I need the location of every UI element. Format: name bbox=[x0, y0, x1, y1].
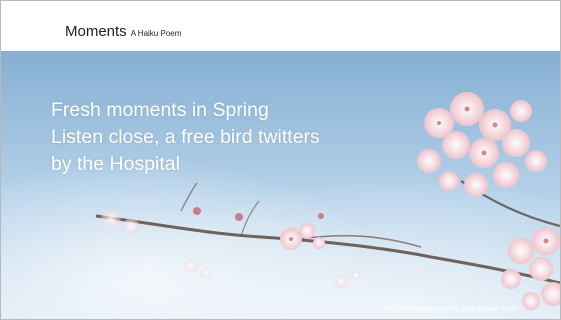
slide-title: Moments A Haiku Poem bbox=[65, 23, 181, 41]
subtitle-text: A Haiku Poem bbox=[130, 29, 182, 38]
poem-line: by the Hospital bbox=[51, 153, 180, 175]
credit-caption: Arts celebrating Poetry Day Ireland 2021 bbox=[382, 304, 518, 313]
blossom-image bbox=[1, 51, 560, 319]
title-text: Moments bbox=[65, 23, 127, 40]
poem-line: Fresh moments in Spring bbox=[51, 99, 269, 121]
cherry-blossom-photo bbox=[1, 51, 560, 319]
haiku-poem: Fresh moments in Spring Listen close, a … bbox=[51, 97, 320, 178]
slide-header: Moments A Haiku Poem bbox=[1, 1, 560, 51]
slide: Moments A Haiku Poem Fresh moments in Sp… bbox=[0, 0, 561, 320]
poem-line: Listen close, a free bird twitters bbox=[51, 126, 320, 148]
